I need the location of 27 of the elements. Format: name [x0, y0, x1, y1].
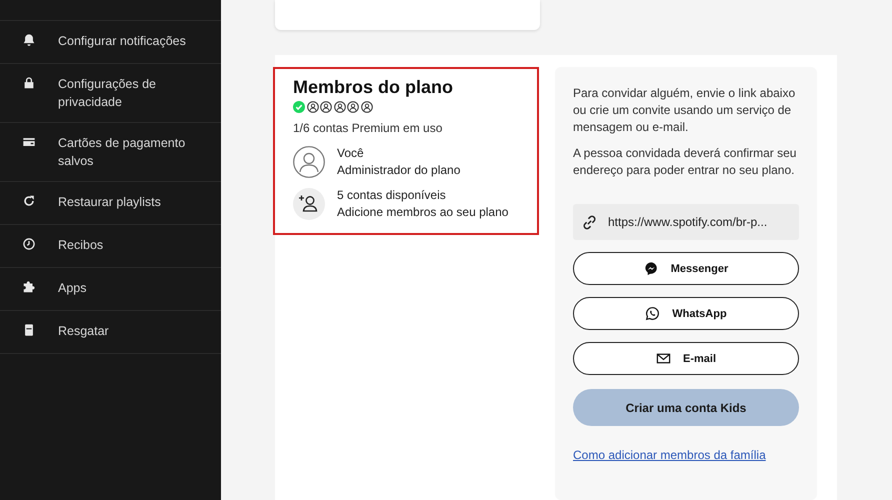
invite-text: A pessoa convidada deverá confirmar seu endereço para poder entrar no seu plano.: [573, 145, 798, 179]
section-title: Membros do plano: [293, 77, 454, 98]
device-icon: [22, 323, 36, 337]
avatar-icon: [293, 146, 325, 178]
help-link[interactable]: Como adicionar membros da família: [573, 448, 799, 462]
member-name: Você: [337, 145, 365, 162]
member-role: Adicione membros ao seu plano: [337, 204, 508, 221]
envelope-icon: [656, 351, 671, 366]
refresh-icon: [22, 194, 36, 208]
clock-icon: [22, 237, 36, 251]
puzzle-icon: [22, 280, 36, 294]
card-icon: [22, 135, 36, 149]
invite-text: Para convidar alguém, envie o link abaixo ou crie um convite usando um serviço de mensagem ou e-mail.: [573, 85, 796, 136]
lock-icon: [22, 76, 36, 90]
member-role: Administrador do plano: [337, 162, 460, 179]
phone-bubble-icon: [645, 306, 660, 321]
member-name: 5 contas disponíveis: [337, 187, 447, 204]
link-icon: [581, 214, 598, 230]
chat-bubble-icon: [644, 261, 659, 276]
share-button[interactable]: E-mail: [573, 342, 799, 375]
link-field[interactable]: https://www.spotify.com/br-p...: [573, 204, 799, 240]
bell-icon: [22, 33, 36, 47]
add-user-icon[interactable]: [293, 188, 325, 220]
share-button[interactable]: WhatsApp: [573, 297, 799, 330]
usage-text: 1/6 contas Premium em uso: [293, 121, 444, 135]
create-kids-button[interactable]: Criar uma conta Kids: [573, 389, 799, 426]
share-button[interactable]: Messenger: [573, 252, 799, 285]
